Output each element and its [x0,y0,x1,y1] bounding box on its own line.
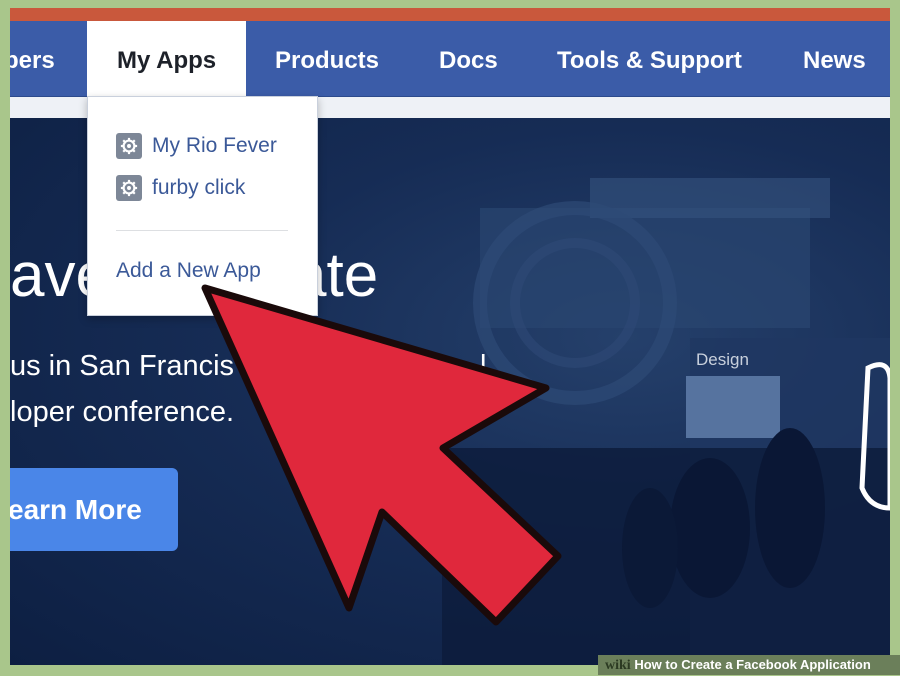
wiki-logo: wiki [605,658,631,673]
caption-title: How to Create a Facebook Application [634,657,871,672]
caption-text: wiki How to Create a Facebook Applicatio… [605,655,871,676]
pointer-arrow-icon [201,284,562,626]
image-frame: pers My Apps Products Docs Tools & Suppo… [0,0,900,675]
